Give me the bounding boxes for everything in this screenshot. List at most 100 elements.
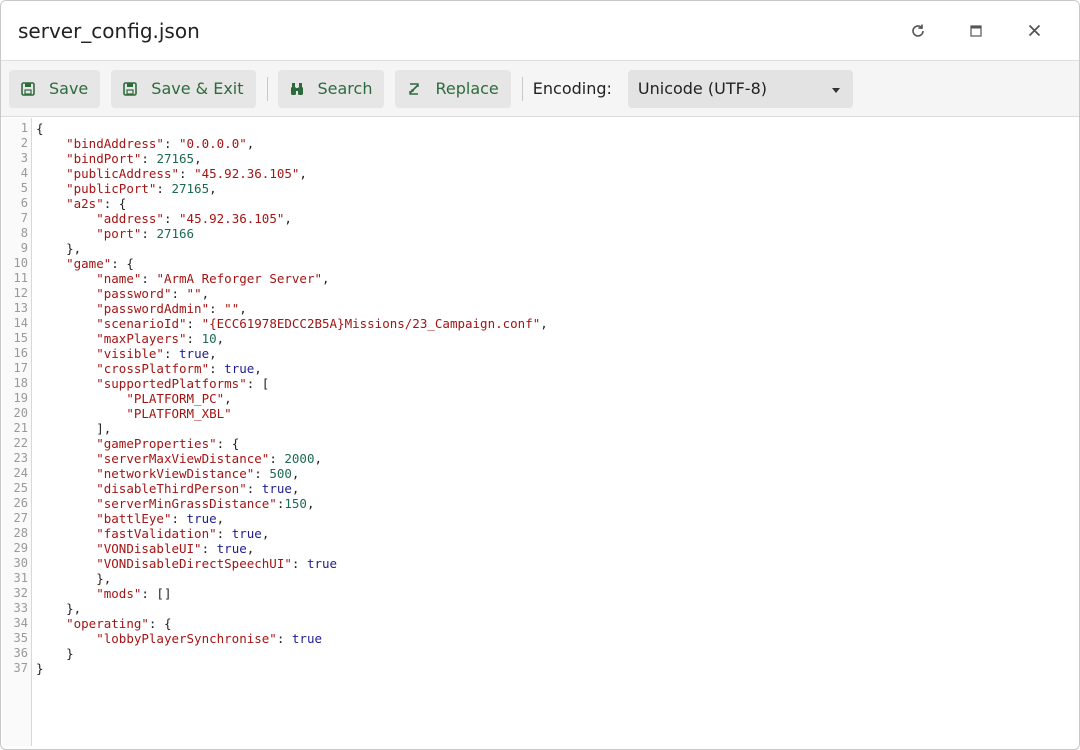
line-number: 8 (20, 226, 28, 240)
line-number: 26 (13, 496, 28, 510)
line-number: 32 (13, 586, 28, 600)
editor-window: server_config.json Save Save & Exit Sear… (0, 0, 1080, 750)
code-line: { (36, 121, 44, 136)
line-number: 12 (13, 286, 28, 300)
code-line: "bindAddress": "0.0.0.0", (66, 136, 255, 151)
line-number: 35 (13, 631, 28, 645)
line-number: 25 (13, 481, 28, 495)
line-number: 4 (20, 166, 28, 180)
line-number: 22 (13, 436, 28, 450)
line-number: 37 (13, 661, 28, 675)
line-number: 1 (20, 121, 28, 135)
code-line: "lobbyPlayerSynchronise": true (96, 631, 323, 646)
toolbar: Save Save & Exit Search Replace Encoding… (1, 61, 1079, 117)
save-and-exit-button[interactable]: Save & Exit (111, 69, 256, 108)
code-line: "gameProperties": { (96, 436, 240, 451)
code-area[interactable]: { "bindAddress": "0.0.0.0", "bindPort": … (32, 118, 1079, 746)
code-line: "a2s": { (66, 196, 127, 211)
line-number: 19 (13, 391, 28, 405)
line-number: 34 (13, 616, 28, 630)
code-line: "PLATFORM_PC", (126, 391, 232, 406)
replace-button[interactable]: Replace (395, 69, 511, 108)
code-line: "disableThirdPerson": true, (96, 481, 300, 496)
line-number: 18 (13, 376, 28, 390)
encoding-select[interactable]: Unicode (UTF-8) (627, 69, 853, 108)
line-number: 20 (13, 406, 28, 420)
code-line: "scenarioId": "{ECC61978EDCC2B5A}Mission… (96, 316, 548, 331)
binoculars-icon (290, 82, 304, 96)
code-line: }, (36, 571, 112, 586)
encoding-value: Unicode (UTF-8) (637, 79, 767, 98)
line-number: 33 (13, 601, 28, 615)
refresh-icon (910, 23, 926, 39)
line-number: 17 (13, 361, 28, 375)
code-line: "name": "ArmA Reforger Server", (96, 271, 330, 286)
code-line: }, (36, 601, 82, 616)
line-number: 36 (13, 646, 28, 660)
window-title: server_config.json (18, 18, 200, 43)
code-line: "maxPlayers": 10, (96, 331, 225, 346)
line-number: 27 (13, 511, 28, 525)
code-line: "serverMaxViewDistance": 2000, (96, 451, 323, 466)
line-number: 11 (13, 271, 28, 285)
close-icon (1028, 24, 1041, 37)
code-line: }, (36, 241, 82, 256)
code-line: "bindPort": 27165, (66, 151, 202, 166)
line-number: 28 (13, 526, 28, 540)
refresh-button[interactable] (889, 11, 947, 51)
code-line: "supportedPlatforms": [ (96, 376, 270, 391)
code-line: "password": "", (96, 286, 210, 301)
code-line: "VONDisableDirectSpeechUI": true (96, 556, 338, 571)
floppy-disk-icon (21, 81, 35, 96)
code-line: "crossPlatform": true, (96, 361, 262, 376)
code-line: "game": { (66, 256, 134, 271)
line-number: 24 (13, 466, 28, 480)
line-number: 7 (20, 211, 28, 225)
code-line: "operating": { (66, 616, 172, 631)
line-number: 23 (13, 451, 28, 465)
floppy-disk-icon (123, 81, 138, 96)
replace-icon (407, 82, 421, 96)
toolbar-separator (266, 76, 268, 101)
search-label: Search (317, 79, 373, 98)
maximize-button[interactable] (947, 11, 1005, 51)
line-number-gutter: 1 2 3 4 5 6 7 8 9 10 11 12 13 14 15 16 17 18 19 20 21 22 23 24 2… (2, 118, 32, 746)
code-line: ], (36, 421, 112, 436)
maximize-icon (970, 24, 982, 37)
code-line: "VONDisableUI": true, (96, 541, 255, 556)
line-number: 3 (20, 151, 28, 165)
code-line: "port": 27166 (96, 226, 195, 241)
code-editor[interactable]: 1 2 3 4 5 6 7 8 9 10 11 12 13 14 15 16 17 18 19 20 21 22 23 24 2… (2, 118, 1079, 746)
code-line: "serverMinGrassDistance":150, (96, 496, 315, 511)
encoding-label: Encoding: (532, 79, 612, 98)
line-number: 6 (20, 196, 28, 210)
save-and-exit-label: Save & Exit (151, 79, 244, 98)
code-line: "mods": [] (96, 586, 172, 601)
code-line: "publicAddress": "45.92.36.105", (66, 166, 307, 181)
code-line: "networkViewDistance": 500, (96, 466, 300, 481)
code-line: "passwordAdmin": "", (96, 301, 247, 316)
line-number: 2 (20, 136, 28, 150)
line-number: 10 (13, 256, 28, 270)
line-number: 29 (13, 541, 28, 555)
line-number: 16 (13, 346, 28, 360)
code-line: "battlEye": true, (96, 511, 225, 526)
line-number: 15 (13, 331, 28, 345)
caret-down-icon (831, 79, 841, 98)
save-label: Save (49, 79, 89, 98)
line-number: 14 (13, 316, 28, 330)
line-number: 31 (13, 571, 28, 585)
code-line: "address": "45.92.36.105", (96, 211, 292, 226)
code-line: "publicPort": 27165, (66, 181, 217, 196)
code-line: "visible": true, (96, 346, 217, 361)
line-number: 5 (20, 181, 28, 195)
line-number: 21 (13, 421, 28, 435)
save-button[interactable]: Save (9, 69, 101, 108)
code-line: "PLATFORM_XBL" (126, 406, 232, 421)
code-line: } (36, 661, 44, 676)
line-number: 13 (13, 301, 28, 315)
search-button[interactable]: Search (277, 69, 385, 108)
close-button[interactable] (1005, 11, 1063, 51)
title-bar: server_config.json (1, 1, 1079, 61)
line-number: 9 (20, 241, 28, 255)
